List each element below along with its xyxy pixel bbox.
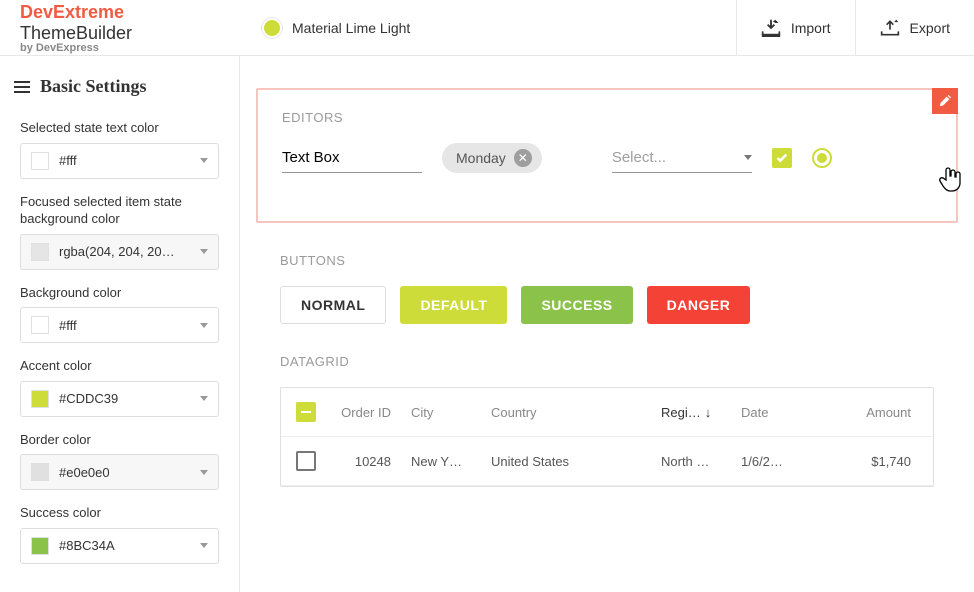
default-button[interactable]: DEFAULT [400, 286, 507, 324]
color-picker[interactable]: #CDDC39 [20, 381, 219, 417]
check-icon [775, 151, 789, 165]
tag-chip[interactable]: Monday ✕ [442, 143, 542, 173]
radio-demo[interactable] [812, 148, 832, 168]
field-label: Border color [20, 431, 219, 449]
edit-section-button[interactable] [932, 88, 958, 114]
color-swatch [31, 390, 49, 408]
col-order-id[interactable]: Order ID [331, 391, 401, 434]
topbar: DevExtreme ThemeBuilder by DevExpress Ma… [0, 0, 974, 56]
cell-order-id: 10248 [331, 440, 401, 483]
datagrid: Order ID City Country Regi…↓ Date Amount… [280, 387, 934, 487]
color-value: #8BC34A [59, 538, 192, 553]
chevron-down-icon [200, 470, 208, 475]
row-checkbox[interactable] [296, 451, 316, 471]
color-picker[interactable]: #fff [20, 143, 219, 179]
color-swatch [31, 243, 49, 261]
editors-title: EDITORS [282, 110, 932, 125]
brand-accent: DevExtreme [20, 2, 124, 22]
select-placeholder: Select... [612, 149, 736, 166]
import-label: Import [791, 20, 831, 36]
field-label: Accent color [20, 357, 219, 375]
danger-button[interactable]: DANGER [647, 286, 751, 324]
color-swatch [31, 463, 49, 481]
main: EDITORS Monday ✕ Select... BUT [240, 56, 974, 592]
color-swatch [31, 152, 49, 170]
cell-region: North … [651, 440, 731, 483]
editors-panel: EDITORS Monday ✕ Select... [256, 88, 958, 223]
select-all-checkbox[interactable] [296, 402, 316, 422]
export-button[interactable]: Export [855, 0, 974, 56]
chip-remove-icon[interactable]: ✕ [514, 149, 532, 167]
buttons-title: BUTTONS [280, 253, 934, 268]
field-group: Background color #fff [0, 276, 239, 350]
checkbox-demo[interactable] [772, 148, 792, 168]
cell-amount: $1,740 [801, 440, 933, 483]
import-button[interactable]: Import [736, 0, 855, 56]
textbox-demo[interactable] [282, 143, 422, 173]
normal-button[interactable]: NORMAL [280, 286, 386, 324]
chevron-down-icon [200, 323, 208, 328]
sidebar: Basic Settings Selected state text color… [0, 56, 240, 592]
sidebar-header[interactable]: Basic Settings [0, 56, 239, 111]
chevron-down-icon [744, 155, 752, 160]
selectbox-demo[interactable]: Select... [612, 143, 752, 173]
sidebar-title: Basic Settings [40, 76, 147, 97]
buttons-section: BUTTONS NORMAL DEFAULT SUCCESS DANGER [256, 253, 958, 324]
field-group: Focused selected item state background c… [0, 185, 239, 276]
field-label: Background color [20, 284, 219, 302]
sort-desc-icon: ↓ [705, 405, 712, 420]
color-picker[interactable]: #8BC34A [20, 528, 219, 564]
color-value: #fff [59, 153, 192, 168]
top-actions: Import Export [736, 0, 974, 56]
chip-label: Monday [456, 150, 506, 166]
col-amount[interactable]: Amount [801, 391, 933, 434]
col-city[interactable]: City [401, 391, 481, 434]
field-label: Success color [20, 504, 219, 522]
color-picker[interactable]: #fff [20, 307, 219, 343]
export-icon [880, 19, 900, 37]
chevron-down-icon [200, 249, 208, 254]
color-picker[interactable]: rgba(204, 204, 20… [20, 234, 219, 270]
color-picker[interactable]: #e0e0e0 [20, 454, 219, 490]
brand-rest: ThemeBuilder [20, 23, 132, 43]
theme-name: Material Lime Light [292, 20, 410, 36]
datagrid-title: DATAGRID [280, 354, 934, 369]
success-button[interactable]: SUCCESS [521, 286, 632, 324]
import-icon [761, 19, 781, 37]
field-group: Border color #e0e0e0 [0, 423, 239, 497]
color-swatch [31, 537, 49, 555]
color-value: #fff [59, 318, 192, 333]
field-label: Focused selected item state background c… [20, 193, 219, 228]
chevron-down-icon [200, 396, 208, 401]
col-region[interactable]: Regi…↓ [651, 391, 731, 434]
theme-indicator[interactable]: Material Lime Light [240, 20, 434, 36]
pencil-icon [938, 94, 952, 108]
brand-title: DevExtreme ThemeBuilder [20, 2, 220, 44]
field-group: Success color #8BC34A [0, 496, 239, 570]
col-country[interactable]: Country [481, 391, 651, 434]
export-label: Export [910, 20, 950, 36]
color-value: rgba(204, 204, 20… [59, 244, 192, 259]
radio-dot-icon [817, 153, 827, 163]
field-group: Accent color #CDDC39 [0, 349, 239, 423]
col-date[interactable]: Date [731, 391, 801, 434]
grid-header-row: Order ID City Country Regi…↓ Date Amount [281, 388, 933, 437]
chevron-down-icon [200, 543, 208, 548]
brand: DevExtreme ThemeBuilder by DevExpress [0, 0, 240, 62]
field-label: Selected state text color [20, 119, 219, 137]
color-swatch [31, 316, 49, 334]
cell-city: New Y… [401, 440, 481, 483]
datagrid-section: DATAGRID Order ID City Country Regi…↓ Da… [256, 354, 958, 487]
cell-country: United States [481, 440, 651, 483]
color-value: #CDDC39 [59, 391, 192, 406]
table-row[interactable]: 10248 New Y… United States North … 1/6/2… [281, 437, 933, 486]
field-group: Selected state text color #fff [0, 111, 239, 185]
chevron-down-icon [200, 158, 208, 163]
cell-date: 1/6/2… [731, 440, 801, 483]
color-value: #e0e0e0 [59, 465, 192, 480]
theme-color-dot [264, 20, 280, 36]
hamburger-icon [14, 81, 30, 93]
